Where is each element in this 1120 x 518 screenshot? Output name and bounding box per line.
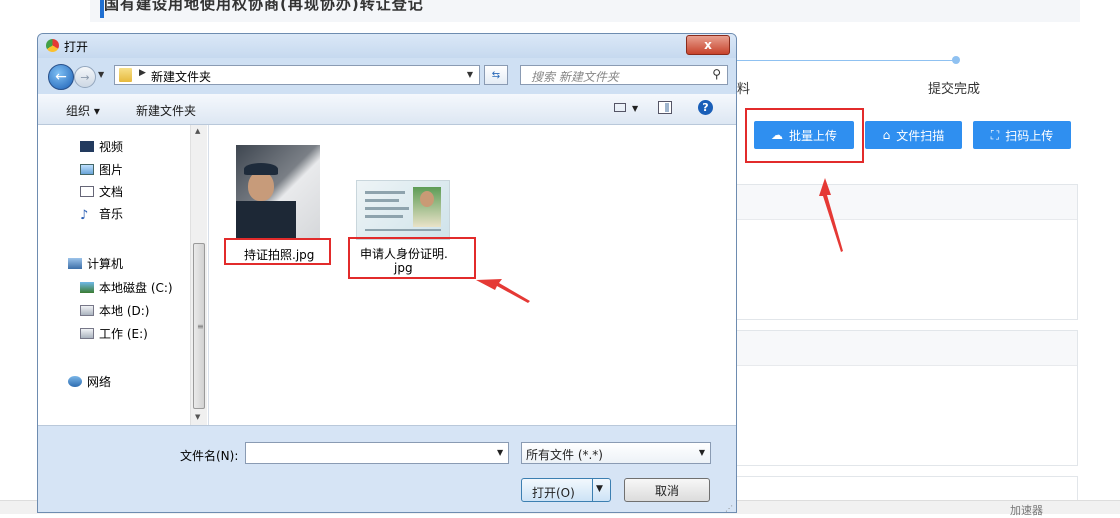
annotation-arrows (476, 178, 843, 303)
arrow-to-batch-upload (819, 178, 843, 252)
arrow-to-id-card-file (476, 279, 530, 303)
